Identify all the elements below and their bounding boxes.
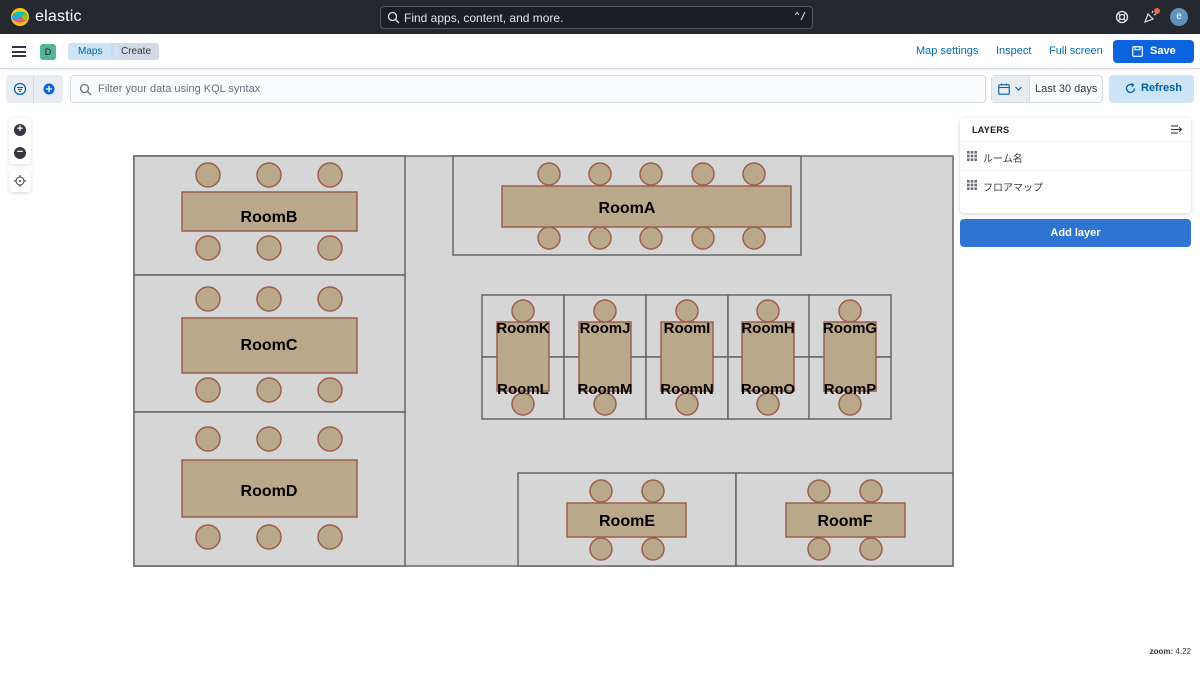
chair bbox=[256, 426, 282, 452]
chair bbox=[195, 235, 221, 261]
room-label-p: RoomP bbox=[824, 381, 877, 398]
chair bbox=[317, 235, 343, 261]
room-label-d: RoomD bbox=[241, 483, 298, 500]
chair bbox=[838, 299, 862, 323]
crosshair-icon bbox=[14, 175, 26, 187]
chair bbox=[537, 162, 561, 186]
chair bbox=[639, 162, 663, 186]
chair bbox=[256, 286, 282, 312]
grid-layer-icon bbox=[967, 151, 977, 161]
layer-item-floor-map[interactable]: フロアマップ bbox=[960, 170, 1191, 199]
collapse-panel-icon[interactable] bbox=[1171, 124, 1183, 135]
chair bbox=[317, 162, 343, 188]
room-label-g: RoomG bbox=[823, 320, 877, 337]
layer-control-panel: LAYERS ルーム名 フロアマップ bbox=[960, 118, 1191, 213]
layers-title: LAYERS bbox=[972, 125, 1010, 135]
layer-label: フロアマップ bbox=[983, 183, 1043, 194]
room-label-i: RoomI bbox=[664, 320, 711, 337]
room-label-o: RoomO bbox=[741, 381, 795, 398]
room-label-j: RoomJ bbox=[580, 320, 631, 337]
chair bbox=[195, 524, 221, 550]
chair bbox=[195, 426, 221, 452]
chair bbox=[859, 537, 883, 561]
floor-plan-map[interactable]: RoomB RoomC RoomD RoomA RoomE RoomF RoomK RoomL… bbox=[0, 0, 1200, 673]
chair bbox=[511, 299, 535, 323]
chair bbox=[593, 299, 617, 323]
room-label-f: RoomF bbox=[817, 513, 872, 530]
chair bbox=[675, 299, 699, 323]
chair bbox=[195, 377, 221, 403]
room-label-e: RoomE bbox=[599, 513, 655, 530]
room-label-m: RoomM bbox=[578, 381, 633, 398]
chair bbox=[641, 479, 665, 503]
chair bbox=[641, 537, 665, 561]
chair bbox=[256, 377, 282, 403]
room-label-c: RoomC bbox=[241, 337, 298, 354]
zoom-in-icon[interactable]: + bbox=[14, 124, 26, 136]
grid-layer-icon bbox=[967, 180, 977, 190]
chair bbox=[589, 479, 613, 503]
set-view-control[interactable] bbox=[9, 170, 31, 192]
add-layer-button[interactable]: Add layer bbox=[960, 219, 1191, 247]
chair bbox=[691, 226, 715, 250]
zoom-out-icon[interactable]: − bbox=[14, 147, 26, 159]
room-label-h: RoomH bbox=[741, 320, 794, 337]
chair bbox=[256, 235, 282, 261]
layer-label: ルーム名 bbox=[983, 154, 1023, 165]
chair bbox=[256, 524, 282, 550]
zoom-readout-label: zoom: bbox=[1149, 647, 1174, 656]
zoom-readout: zoom: 4.22 bbox=[1150, 647, 1191, 656]
chair bbox=[588, 226, 612, 250]
chair bbox=[589, 537, 613, 561]
chair bbox=[588, 162, 612, 186]
chair bbox=[691, 162, 715, 186]
chair bbox=[537, 226, 561, 250]
chair bbox=[807, 537, 831, 561]
chair bbox=[639, 226, 663, 250]
chair bbox=[317, 286, 343, 312]
room-label-n: RoomN bbox=[660, 381, 713, 398]
chair bbox=[756, 299, 780, 323]
zoom-readout-value: 4.22 bbox=[1175, 647, 1191, 656]
zoom-control: + − bbox=[9, 118, 31, 164]
chair bbox=[256, 162, 282, 188]
chair bbox=[859, 479, 883, 503]
chair bbox=[195, 162, 221, 188]
chair bbox=[807, 479, 831, 503]
chair bbox=[317, 377, 343, 403]
room-label-b: RoomB bbox=[241, 209, 298, 226]
room-label-a: RoomA bbox=[599, 200, 656, 217]
layer-item-room-names[interactable]: ルーム名 bbox=[960, 141, 1191, 170]
chair bbox=[742, 162, 766, 186]
chair bbox=[195, 286, 221, 312]
chair bbox=[742, 226, 766, 250]
room-label-k: RoomK bbox=[496, 320, 549, 337]
room-label-l: RoomL bbox=[497, 381, 549, 398]
chair bbox=[317, 426, 343, 452]
chair bbox=[317, 524, 343, 550]
